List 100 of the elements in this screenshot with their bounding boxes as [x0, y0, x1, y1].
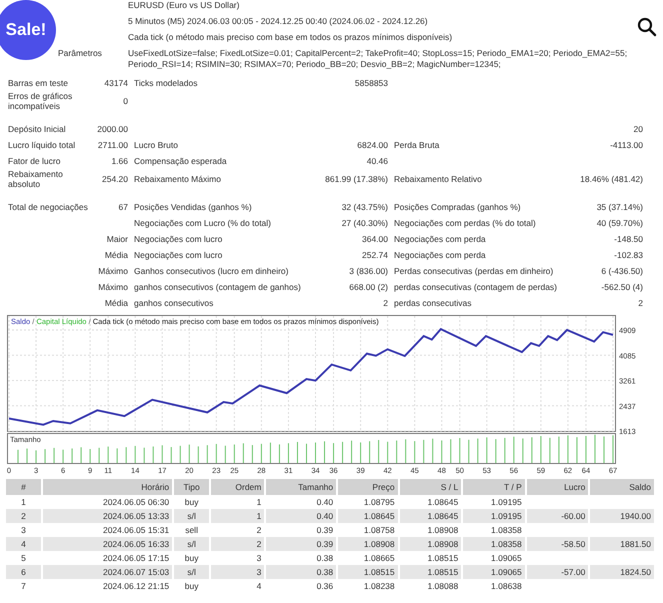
- column-header: Tamanho: [266, 479, 336, 495]
- table-cell: 2024.06.05 16:33: [42, 537, 172, 551]
- table-cell-text: 1.08638: [490, 580, 523, 593]
- table-cell-text: buy: [184, 496, 200, 509]
- stat-label: Negociações com lucro: [134, 250, 222, 260]
- table-cell-text: 0.39: [316, 524, 334, 537]
- stat-value: 2711.00: [98, 140, 128, 150]
- stat-value: 364.00: [362, 234, 388, 244]
- stat-label: Ganhos consecutivos (lucro em dinheiro): [134, 266, 288, 276]
- table-cell: 3: [211, 565, 264, 579]
- table-cell: s/l: [174, 537, 210, 551]
- table-cell-text: 4: [256, 580, 262, 593]
- column-header: S / L: [400, 479, 462, 495]
- table-cell: 1.08908: [338, 537, 398, 551]
- stat-label: Rebaixamento absoluto: [8, 169, 63, 189]
- stat-label: Barras em teste: [8, 78, 68, 88]
- stat-label: Negociações com perda: [394, 234, 486, 244]
- table-cell-text: 2024.06.05 17:15: [102, 552, 170, 565]
- stat-label: Depósito Inicial: [8, 124, 66, 134]
- table-cell: 1.08908: [400, 537, 462, 551]
- table-cell: 2: [6, 509, 41, 523]
- table-cell: 0.38: [266, 565, 336, 579]
- table-cell: -57.00: [526, 565, 588, 579]
- stat-value: 6 (-436.50): [601, 266, 643, 276]
- stat-value: Máximo: [98, 282, 128, 292]
- stat-value: Média: [104, 298, 128, 308]
- stat-value: 40.46: [366, 156, 388, 166]
- table-cell-text: 1.09195: [490, 496, 523, 509]
- stat-label: Rebaixamento Relativo: [394, 174, 482, 184]
- table-cell: 1.09065: [463, 565, 525, 579]
- table-cell-text: 3: [256, 552, 262, 565]
- column-header: T / P: [463, 479, 525, 495]
- table-cell-text: 5: [20, 552, 27, 565]
- table-cell-text: sell: [184, 524, 199, 537]
- column-header: Saldo: [590, 479, 654, 495]
- table-cell-text: 1.09065: [490, 552, 523, 565]
- table-cell: -58.50: [526, 537, 588, 551]
- table-cell: 2: [211, 537, 264, 551]
- table-cell: s/l: [174, 565, 210, 579]
- header-value: UseFixedLotSize=false; FixedLotSize=0.01; CapitalPercent=2; TakeProfit=40; StopLoss=15; Periodo_EMA1=20; Periodo_EMA2=55; Periodo_RSI=14; RSIMIN=30; RSIMAX=70; Periodo_BB=20; Desvio_BB=2; MagicNumber=12345;: [128, 48, 628, 70]
- header-value: 5 Minutos (M5) 2024.06.03 00:05 - 2024.12.25 00:40 (2024.06.02 - 2024.12.26): [128, 16, 429, 27]
- table-cell-text: 1.08908: [426, 524, 460, 537]
- table-cell: 6: [6, 565, 41, 579]
- stat-value: 5858853: [354, 78, 388, 88]
- table-cell: -60.00: [526, 509, 588, 523]
- stat-value: 35 (37.14%): [596, 202, 643, 212]
- table-cell-text: buy: [184, 552, 200, 565]
- stat-value: 0: [123, 96, 128, 106]
- stat-value: 2000.00: [97, 124, 128, 134]
- table-cell: 1.08645: [400, 509, 462, 523]
- stat-value: 18.46% (481.42): [580, 174, 643, 184]
- stat-value: Máximo: [98, 266, 128, 276]
- table-cell-text: 1.08515: [426, 552, 460, 565]
- table-cell-text: 2024.06.05 15:31: [102, 524, 170, 537]
- stat-value: 3 (836.00): [349, 266, 388, 276]
- table-cell-text: 1.08645: [426, 496, 460, 509]
- stat-value: -562.50 (4): [601, 282, 643, 292]
- column-header: #: [6, 479, 41, 495]
- sale-badge: Sale!: [0, 0, 56, 60]
- column-header: Tipo: [174, 479, 210, 495]
- table-cell-text: 2024.06.12 21:15: [102, 580, 170, 593]
- parameters-label: Parâmetros: [57, 48, 102, 58]
- stat-value: 32 (43.75%): [342, 202, 388, 212]
- stat-label: perdas consecutivas: [394, 298, 472, 308]
- table-cell-text: buy: [184, 580, 200, 593]
- table-cell: 1.08515: [400, 565, 462, 579]
- stat-value: 6824.00: [357, 140, 388, 150]
- table-cell: 1.08358: [463, 537, 525, 551]
- stat-label: Posições Compradas (ganhos %): [394, 202, 521, 212]
- stat-value: Média: [104, 250, 128, 260]
- table-cell-text: 1: [20, 496, 27, 509]
- table-cell: 1.08515: [338, 565, 398, 579]
- table-cell: 1.08645: [338, 509, 398, 523]
- stat-value: 20: [634, 124, 643, 134]
- table-cell: 4: [6, 537, 41, 551]
- stat-label: perdas consecutivas (contagem de perdas): [394, 282, 558, 292]
- stat-label: Fator de lucro: [8, 156, 60, 166]
- search-icon[interactable]: [637, 17, 657, 37]
- stat-value: 40 (59.70%): [596, 218, 643, 228]
- column-header: Preço: [338, 479, 398, 495]
- table-cell: 1881.50: [590, 537, 654, 551]
- table-cell-text: 1: [256, 496, 262, 509]
- table-cell-text: 1.08795: [362, 496, 396, 509]
- stat-value: 252.74: [362, 250, 388, 260]
- table-cell-text: 3: [20, 524, 27, 537]
- stat-label: Posições Vendidas (ganhos %): [134, 202, 252, 212]
- table-cell-text: 1.08758: [362, 524, 396, 537]
- stat-label: ganhos consecutivos (contagem de ganhos): [134, 282, 301, 292]
- header-value: EURUSD (Euro vs US Dollar): [128, 0, 240, 11]
- table-cell-text: 1.08358: [490, 524, 523, 537]
- stat-label: Negociações com lucro: [134, 234, 222, 244]
- stat-value: 2: [638, 298, 643, 308]
- stat-value: 668.00 (2): [349, 282, 388, 292]
- table-cell: 1.09195: [463, 509, 525, 523]
- stat-label: Compensação esperada: [134, 156, 227, 166]
- stat-value: -4113.00: [610, 140, 643, 150]
- table-cell: 1824.50: [590, 565, 654, 579]
- table-cell-text: 1.08665: [362, 552, 396, 565]
- column-header: Lucro: [526, 479, 588, 495]
- table-cell: 0.39: [266, 537, 336, 551]
